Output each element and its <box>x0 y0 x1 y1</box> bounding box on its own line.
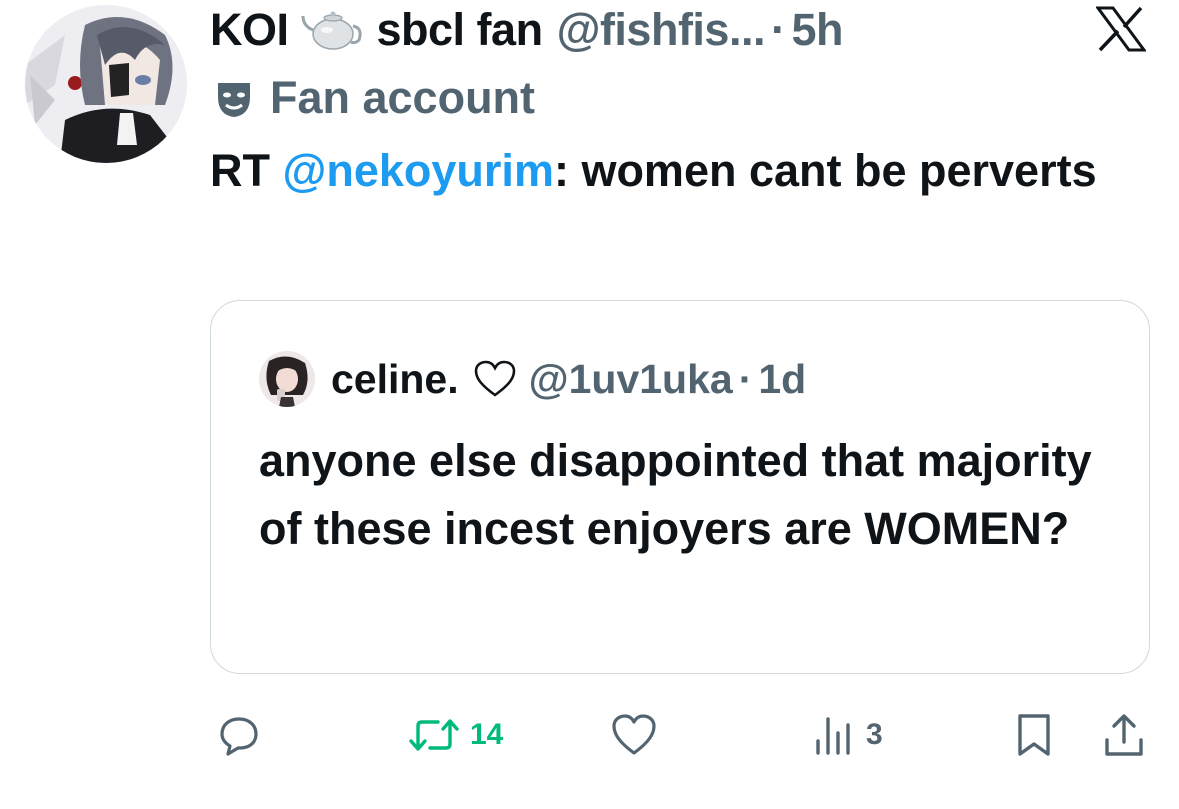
account-label: Fan account <box>214 70 535 126</box>
heart-emoji-icon <box>473 359 517 399</box>
reply-icon <box>218 714 260 756</box>
retweet-icon <box>408 714 460 756</box>
retweet-button[interactable]: 14 <box>408 700 503 770</box>
views-icon <box>812 713 856 757</box>
mask-icon <box>214 78 254 118</box>
quoted-display-name[interactable]: celine. <box>331 356 459 403</box>
views-button[interactable]: 3 <box>812 700 883 770</box>
action-bar: 14 3 <box>210 700 1150 770</box>
teapot-icon <box>301 8 365 52</box>
avatar[interactable] <box>25 5 187 163</box>
quoted-separator-dot: · <box>738 355 753 402</box>
share-icon <box>1102 712 1146 758</box>
mention-link[interactable]: @nekoyurim <box>283 145 554 196</box>
reply-button[interactable] <box>218 700 260 770</box>
bookmark-icon <box>1014 712 1054 758</box>
text-suffix: : women cant be perverts <box>553 145 1097 196</box>
quoted-avatar[interactable] <box>259 351 315 407</box>
name-suffix[interactable]: sbcl fan <box>377 4 544 56</box>
views-count: 3 <box>866 718 883 751</box>
quoted-text: anyone else disappointed that majority o… <box>259 435 1092 554</box>
heart-icon <box>610 713 658 757</box>
timestamp[interactable]: 5h <box>791 4 843 56</box>
separator-dot: · <box>770 4 786 55</box>
x-logo-icon <box>1095 6 1147 52</box>
tweet-header: KOI sbcl fan @fishfis... · 5h <box>210 2 843 58</box>
tweet-text: RT @nekoyurim: women cant be perverts <box>210 136 1140 206</box>
share-button[interactable] <box>1102 700 1146 770</box>
handle[interactable]: @fishfis... <box>557 4 766 56</box>
retweet-count: 14 <box>470 718 504 751</box>
display-name[interactable]: KOI <box>210 4 289 56</box>
quoted-timestamp[interactable]: 1d <box>758 356 806 403</box>
like-button[interactable] <box>610 700 658 770</box>
account-label-text: Fan account <box>270 72 536 123</box>
text-prefix: RT <box>210 145 283 196</box>
bookmark-button[interactable] <box>1014 700 1054 770</box>
quoted-header: celine. @1uv1uka · 1d <box>259 349 806 409</box>
quoted-tweet[interactable]: celine. @1uv1uka · 1d anyone else disapp… <box>210 300 1150 674</box>
quoted-handle[interactable]: @1uv1uka <box>529 356 733 403</box>
